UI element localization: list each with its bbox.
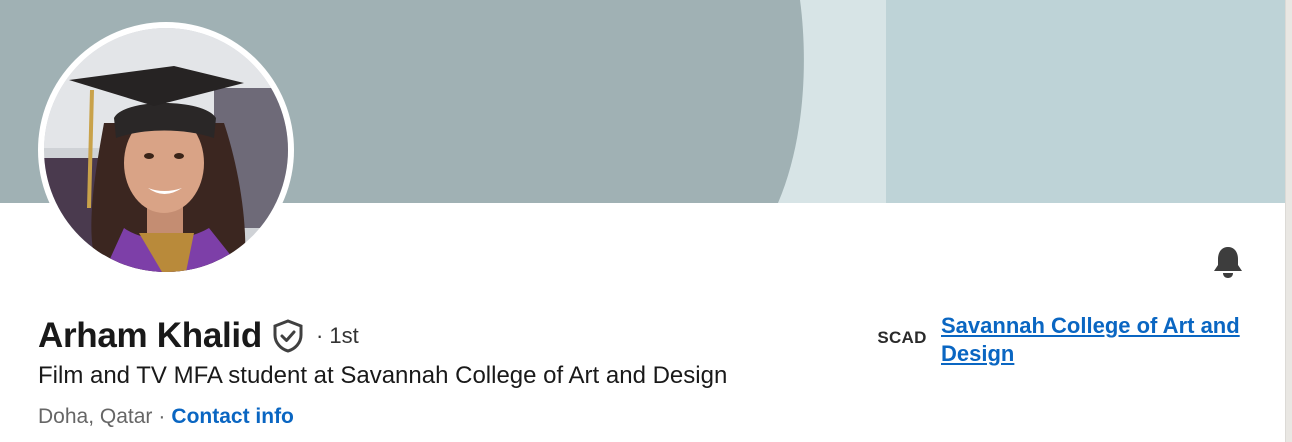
notifications-bell-button[interactable]: [1206, 240, 1250, 284]
profile-photo[interactable]: [38, 22, 294, 278]
profile-headline: Film and TV MFA student at Savannah Coll…: [38, 362, 728, 389]
page-scroll-edge: [1285, 0, 1292, 442]
profile-location: Doha, Qatar: [38, 405, 153, 428]
location-row: Doha, Qatar · Contact info: [38, 405, 294, 429]
profile-name-row: Arham Khalid · 1st: [38, 314, 359, 358]
location-separator: ·: [158, 405, 166, 428]
contact-info-link[interactable]: Contact info: [171, 405, 293, 429]
scad-logo[interactable]: SCAD: [876, 312, 928, 364]
profile-card: Arham Khalid · 1st Film and TV MFA stude…: [0, 0, 1285, 442]
bell-icon: [1214, 247, 1242, 278]
profile-name: Arham Khalid: [38, 316, 262, 355]
verified-shield-icon[interactable]: [272, 319, 304, 353]
connection-degree: · 1st: [315, 323, 359, 348]
education-organization-link[interactable]: Savannah College of Art and Design: [941, 312, 1271, 368]
